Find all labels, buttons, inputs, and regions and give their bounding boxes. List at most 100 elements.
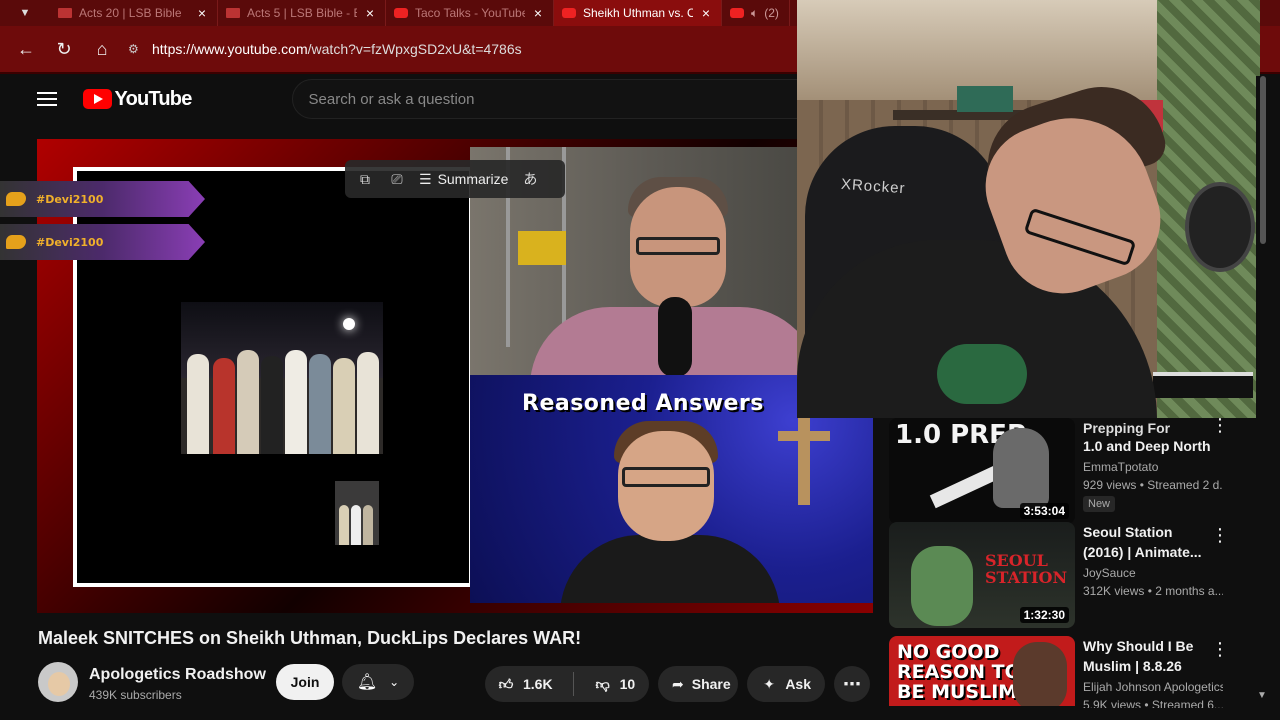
translate-icon[interactable]: あ xyxy=(520,169,540,189)
ask-label: Ask xyxy=(785,676,811,692)
tab-label: Acts 5 | LSB Bible - B xyxy=(247,6,357,20)
thumbnail-text: NO GOOD xyxy=(897,641,1000,663)
tab-label: Sheikh Uthman vs. O xyxy=(583,6,693,20)
recommended-video[interactable]: NO GOOD REASON TO BE MUSLIM Why Should I… xyxy=(889,636,1249,720)
tab-list-dropdown[interactable]: ▼ xyxy=(0,0,50,26)
summarize-button[interactable]: ☰ Summarize xyxy=(419,171,508,188)
thumbnail-text: REASON TO xyxy=(897,661,1021,683)
scroll-down-arrow-icon[interactable]: ▼ xyxy=(1257,690,1267,701)
thumbnail-text: BE MUSLIM xyxy=(897,681,1018,703)
youtube-favicon-icon xyxy=(730,8,744,18)
video-title[interactable]: Why Should I Be xyxy=(1083,636,1223,656)
video-capture-icon[interactable]: ⎚ xyxy=(387,169,407,189)
more-options-icon[interactable]: ⋮ xyxy=(1211,526,1229,544)
close-icon[interactable]: × xyxy=(363,5,377,21)
site-info-icon[interactable]: ⚙ xyxy=(128,42,142,56)
video-duration: 3:53:04 xyxy=(1019,503,1069,519)
reload-icon: ↻ xyxy=(56,38,72,59)
channel-name[interactable]: EmmaTpotato xyxy=(1083,460,1223,474)
video-meta: 312K views • 2 months a... xyxy=(1083,584,1223,598)
bible-favicon-icon xyxy=(58,8,72,18)
summarize-label: Summarize xyxy=(437,171,509,187)
tab-label: Taco Talks - YouTube xyxy=(415,6,525,20)
close-icon[interactable]: × xyxy=(531,5,545,21)
scrollbar-thumb[interactable] xyxy=(1260,76,1266,244)
recommended-video[interactable]: SEOUL STATION 1:32:30 Seoul Station (201… xyxy=(889,522,1249,630)
browser-tab[interactable]: 🔈︎ (2) M xyxy=(722,0,790,26)
channel-name[interactable]: Elijah Johnson Apologetics xyxy=(1083,680,1223,694)
video-thumbnail[interactable]: NO GOOD REASON TO BE MUSLIM xyxy=(889,636,1075,706)
stream-handle-tag: #Devi2100 xyxy=(0,181,205,217)
arrow-left-icon: ← xyxy=(17,38,35,59)
picture-in-picture-icon[interactable]: ⧉ xyxy=(355,169,375,189)
video-thumbnail[interactable]: SEOUL STATION 1:32:30 xyxy=(889,522,1075,628)
new-badge: New xyxy=(1083,496,1116,512)
home-icon: ⌂ xyxy=(96,38,108,59)
youtube-favicon-icon xyxy=(394,8,408,18)
speaker-icon[interactable]: 🔈︎ xyxy=(751,6,758,21)
thumbnail-text: STATION xyxy=(985,568,1068,587)
video-title-main: Maleek SNITCHES on Sheikh Uthman, DuckLi… xyxy=(38,628,582,648)
summarize-icon: ☰ xyxy=(419,170,432,187)
video-title[interactable]: Muslim | 8.8.26 xyxy=(1083,656,1223,676)
video-title[interactable]: 1.0 and Deep North xyxy=(1083,436,1223,456)
ask-button[interactable]: ✦ Ask xyxy=(747,666,825,702)
menu-icon[interactable] xyxy=(37,92,57,106)
search-placeholder: Search or ask a question xyxy=(308,90,475,108)
small-photo xyxy=(335,481,379,545)
twitter-bird-icon xyxy=(6,235,26,249)
close-icon[interactable]: × xyxy=(699,5,713,21)
channel-name-link[interactable]: Apologetics Roadshow xyxy=(89,666,266,684)
video-duration: 1:32:30 xyxy=(1019,607,1069,623)
join-button[interactable]: Join xyxy=(276,664,334,700)
dislike-count: 10 xyxy=(619,676,636,692)
tab-label: Acts 20 | LSB Bible xyxy=(79,6,182,20)
share-button[interactable]: ➦ Share xyxy=(658,666,738,702)
youtube-favicon-icon xyxy=(562,8,576,18)
video-title[interactable]: Seoul Station xyxy=(1083,522,1223,542)
video-title[interactable]: Prepping For xyxy=(1083,418,1223,438)
logo-text: YouTube xyxy=(114,87,193,110)
bible-favicon-icon xyxy=(226,8,240,18)
like-count: 1.6K xyxy=(523,676,553,692)
twitter-bird-icon xyxy=(6,192,26,206)
sparkle-icon: ✦ xyxy=(763,675,776,692)
recommended-video[interactable]: 1.0 PREP 3:53:04 Prepping For 1.0 and De… xyxy=(889,416,1249,526)
browser-tab[interactable]: Taco Talks - YouTube × xyxy=(386,0,554,26)
dislike-button[interactable]: 👎︎ 10 xyxy=(582,666,648,702)
group-photo xyxy=(181,302,383,454)
browser-tab-active[interactable]: Sheikh Uthman vs. O × xyxy=(554,0,722,26)
video-ai-toolbar: ⧉ ⎚ ☰ Summarize あ xyxy=(345,160,565,198)
search-input[interactable]: Search or ask a question xyxy=(291,79,800,119)
browser-tab[interactable]: Acts 20 | LSB Bible × xyxy=(50,0,218,26)
more-options-icon[interactable]: ⋮ xyxy=(1211,416,1229,434)
url-host: https://www.youtube.com xyxy=(152,41,308,57)
channel-name[interactable]: JoySauce xyxy=(1083,566,1223,580)
youtube-play-icon xyxy=(82,89,112,109)
youtube-logo[interactable]: YouTube xyxy=(82,87,193,111)
handle-text: #Devi2100 xyxy=(36,192,104,206)
chevron-down-icon: ▼ xyxy=(19,7,31,19)
video-title[interactable]: (2016) | Animate... xyxy=(1083,542,1223,562)
like-dislike-group: 👍︎ 1.6K 👎︎ 10 xyxy=(485,666,649,702)
thumbs-up-icon: 👍︎ xyxy=(498,675,514,692)
channel-avatar[interactable] xyxy=(38,662,78,702)
chevron-down-icon: ⌄ xyxy=(389,675,400,689)
video-thumbnail[interactable]: 1.0 PREP 3:53:04 xyxy=(889,418,1075,524)
share-arrow-icon: ➦ xyxy=(672,675,684,692)
share-label: Share xyxy=(691,676,731,692)
video-owner-row: Apologetics Roadshow 439K subscribers Jo… xyxy=(38,660,878,704)
close-icon[interactable]: × xyxy=(195,5,209,21)
more-options-icon[interactable]: ⋮ xyxy=(1211,640,1229,658)
home-button[interactable]: ⌂ xyxy=(84,31,120,67)
more-actions-button[interactable]: ⋯ xyxy=(834,666,870,702)
back-button[interactable]: ← xyxy=(8,31,44,67)
notifications-button[interactable]: 🔔︎ ⌄ xyxy=(342,664,414,700)
tab-label: (2) M xyxy=(764,6,781,20)
handle-text: #Devi2100 xyxy=(36,235,104,249)
reload-button[interactable]: ↻ xyxy=(46,31,82,67)
browser-tab[interactable]: Acts 5 | LSB Bible - B × xyxy=(218,0,386,26)
stream-handle-tag: #Devi2100 xyxy=(0,224,205,260)
url-path: /watch?v=fzWpxgSD2xU&t=4786s xyxy=(307,41,522,57)
like-button[interactable]: 👍︎ 1.6K xyxy=(485,666,565,702)
